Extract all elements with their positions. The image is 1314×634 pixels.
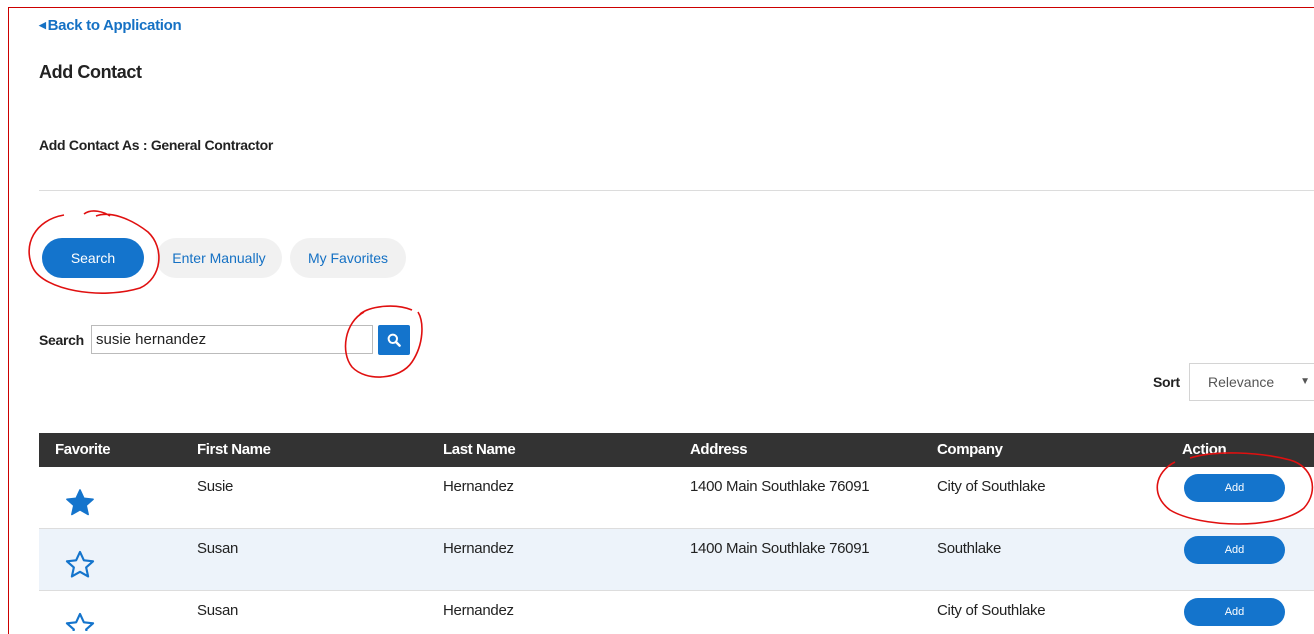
- sort-label: Sort: [1153, 374, 1180, 390]
- header-action: Action: [1182, 441, 1227, 458]
- sort-select[interactable]: Relevance ▼: [1189, 363, 1314, 401]
- caret-down-icon: ▼: [1300, 376, 1310, 387]
- cell-last-name: Hernandez: [443, 478, 514, 495]
- star-outline-icon[interactable]: [64, 611, 96, 631]
- cell-address: 1400 Main Southlake 76091: [690, 478, 870, 495]
- cell-company: City of Southlake: [937, 478, 1046, 495]
- cell-first-name: Susan: [197, 602, 239, 619]
- cell-last-name: Hernandez: [443, 540, 514, 557]
- cell-address: 1400 Main Southlake 76091: [690, 540, 870, 557]
- back-to-application-link[interactable]: ◀ Back to Application: [39, 17, 182, 34]
- page-title: Add Contact: [39, 62, 142, 82]
- table-row: Susan Hernandez 1400 Main Southlake 7609…: [39, 529, 1314, 591]
- star-filled-icon[interactable]: [64, 487, 96, 519]
- star-outline-icon[interactable]: [64, 549, 96, 581]
- add-button[interactable]: Add: [1184, 598, 1285, 626]
- table-header: Favorite First Name Last Name Address Co…: [39, 433, 1314, 467]
- header-address: Address: [690, 441, 748, 458]
- header-last-name: Last Name: [443, 441, 516, 458]
- table-row: Susan Hernandez City of Southlake Add: [39, 591, 1314, 631]
- tab-enter-manually[interactable]: Enter Manually: [156, 238, 282, 278]
- add-button[interactable]: Add: [1184, 474, 1285, 502]
- search-input[interactable]: [91, 325, 373, 354]
- header-first-name: First Name: [197, 441, 271, 458]
- cell-first-name: Susan: [197, 540, 239, 557]
- cell-last-name: Hernandez: [443, 602, 514, 619]
- sort-selected-value: Relevance: [1208, 374, 1275, 390]
- cell-company: City of Southlake: [937, 602, 1046, 619]
- magnifier-icon: [387, 333, 401, 347]
- header-company: Company: [937, 441, 1003, 458]
- search-label: Search: [39, 332, 84, 348]
- tab-search[interactable]: Search: [42, 238, 144, 278]
- contact-type-label: Add Contact As : General Contractor: [39, 137, 274, 153]
- cell-first-name: Susie: [197, 478, 234, 495]
- tab-my-favorites[interactable]: My Favorites: [290, 238, 406, 278]
- results-table: Favorite First Name Last Name Address Co…: [39, 433, 1314, 631]
- search-submit-button[interactable]: [378, 325, 410, 355]
- back-link-label: Back to Application: [47, 17, 182, 34]
- add-button[interactable]: Add: [1184, 536, 1285, 564]
- cell-company: Southlake: [937, 540, 1002, 557]
- header-favorite: Favorite: [55, 441, 111, 458]
- table-row: Susie Hernandez 1400 Main Southlake 7609…: [39, 467, 1314, 529]
- divider: [39, 190, 1314, 191]
- caret-left-icon: ◀: [39, 20, 46, 30]
